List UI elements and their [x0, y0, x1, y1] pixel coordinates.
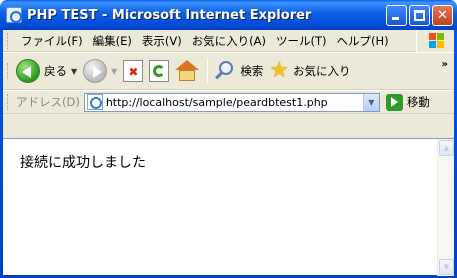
forward-button[interactable]: ▼: [83, 59, 117, 83]
home-button[interactable]: [175, 60, 200, 82]
page-message: 接続に成功しました: [20, 155, 146, 171]
menu-help[interactable]: ヘルプ(H): [332, 33, 394, 49]
favorites-button[interactable]: ★ お気に入り: [269, 60, 350, 82]
address-dropdown-icon[interactable]: ▼: [362, 93, 379, 111]
maximize-button[interactable]: [409, 4, 430, 26]
windows-logo: [416, 30, 454, 52]
back-arrow-icon: [16, 59, 40, 83]
refresh-icon: [149, 60, 170, 82]
address-bar: アドレス(D) http://localhost/sample/peardbte…: [3, 90, 454, 114]
refresh-button[interactable]: [149, 60, 170, 82]
close-button[interactable]: ✕: [432, 4, 453, 26]
stop-button[interactable]: ✖: [123, 60, 144, 82]
go-arrow-icon: [385, 93, 403, 111]
scroll-up-icon[interactable]: ▲: [439, 140, 454, 156]
title-bar[interactable]: PHP TEST - Microsoft Internet Explorer ✕: [0, 0, 457, 30]
favorites-label: お気に入り: [293, 64, 351, 78]
page-viewport[interactable]: 接続に成功しました ▲ ▼: [3, 138, 454, 276]
menu-favorites[interactable]: お気に入り(A): [187, 33, 271, 49]
search-label: 検索: [240, 64, 264, 78]
address-input[interactable]: http://localhost/sample/peardbtest1.php …: [83, 92, 380, 112]
home-icon: [175, 60, 200, 82]
go-button[interactable]: 移動: [385, 93, 430, 111]
address-url[interactable]: http://localhost/sample/peardbtest1.php: [106, 96, 328, 109]
address-label: アドレス(D): [16, 95, 80, 109]
toolbar-grip[interactable]: [7, 63, 10, 79]
menu-file[interactable]: ファイル(F): [16, 33, 88, 49]
back-label: 戻る: [44, 64, 67, 78]
minimize-icon: [392, 16, 399, 20]
stop-icon: ✖: [123, 60, 144, 82]
window-title: PHP TEST - Microsoft Internet Explorer: [27, 7, 312, 23]
search-button[interactable]: 検索: [214, 60, 263, 82]
menu-edit[interactable]: 編集(E): [88, 33, 137, 49]
search-icon: [214, 60, 236, 82]
toolbar-overflow-icon[interactable]: »: [442, 59, 448, 70]
go-label: 移動: [406, 95, 430, 109]
scroll-down-icon[interactable]: ▼: [439, 259, 454, 275]
windows-flag-icon: [429, 33, 445, 49]
menu-view[interactable]: 表示(V): [137, 33, 187, 49]
addressbar-grip[interactable]: [7, 94, 10, 110]
back-button[interactable]: 戻る ▼: [16, 59, 77, 83]
toolbar-separator: [207, 59, 209, 83]
page-icon: [86, 94, 103, 110]
close-icon: ✕: [437, 7, 448, 23]
forward-dropdown-icon[interactable]: ▼: [111, 67, 117, 76]
maximize-icon: [414, 9, 425, 21]
menu-tools[interactable]: ツール(T): [271, 33, 332, 49]
back-dropdown-icon[interactable]: ▼: [71, 67, 77, 76]
browser-client: ファイル(F) 編集(E) 表示(V) お気に入り(A) ツール(T) ヘルプ(…: [3, 30, 454, 276]
browser-window: PHP TEST - Microsoft Internet Explorer ✕…: [0, 0, 457, 278]
star-icon: ★: [269, 58, 290, 83]
vertical-scrollbar[interactable]: ▲ ▼: [437, 139, 454, 276]
menubar-grip[interactable]: [7, 32, 10, 49]
ie-icon: [6, 7, 22, 23]
minimize-button[interactable]: [386, 4, 407, 26]
forward-arrow-icon: [83, 59, 108, 83]
menu-bar: ファイル(F) 編集(E) 表示(V) お気に入り(A) ツール(T) ヘルプ(…: [3, 30, 454, 52]
standard-toolbar: 戻る ▼ ▼ ✖ 検索 ★ お気に入り »: [3, 52, 454, 90]
